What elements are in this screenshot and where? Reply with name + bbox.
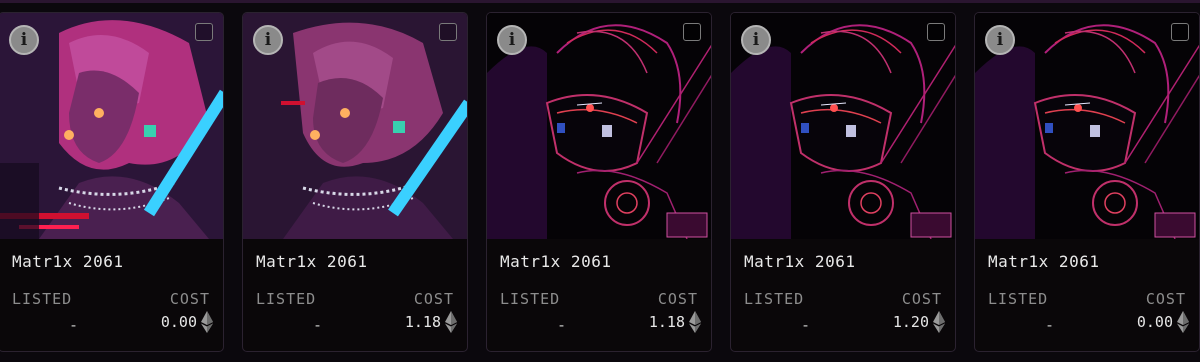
select-checkbox[interactable] [195, 23, 213, 41]
nft-artwork[interactable]: i [731, 13, 955, 239]
cost-display: 1.20 [893, 311, 945, 333]
ethereum-icon [445, 311, 457, 333]
listed-value: - [801, 316, 811, 334]
info-icon[interactable]: i [253, 25, 283, 55]
select-checkbox[interactable] [439, 23, 457, 41]
cost-label: COST [657, 290, 698, 308]
cost-value: 0.00 [160, 313, 197, 331]
top-divider [0, 0, 1200, 3]
cost-value: 1.20 [892, 313, 929, 331]
info-icon[interactable]: i [9, 25, 39, 55]
cost-display: 1.18 [405, 311, 457, 333]
cost-label: COST [901, 290, 942, 308]
listed-label: LISTED [500, 290, 561, 308]
listed-label: LISTED [988, 290, 1049, 308]
cost-display: 1.18 [649, 311, 701, 333]
cost-label: COST [1145, 290, 1186, 308]
select-checkbox[interactable] [1171, 23, 1189, 41]
nft-name: Matr1x 2061 [988, 252, 1100, 271]
nft-artwork[interactable]: i [0, 13, 223, 239]
ethereum-icon [689, 311, 701, 333]
nft-name: Matr1x 2061 [256, 252, 368, 271]
nft-artwork[interactable]: i [487, 13, 711, 239]
ethereum-icon [1177, 311, 1189, 333]
nft-artwork[interactable]: i [243, 13, 467, 239]
nft-card[interactable]: i Matr1x 2061 LISTED COST - 1.20 [730, 12, 956, 352]
nft-name: Matr1x 2061 [500, 252, 612, 271]
cost-label: COST [413, 290, 454, 308]
nft-card[interactable]: i Matr1x 2061 LISTED COST - 0.00 [974, 12, 1200, 352]
listed-value: - [313, 316, 323, 334]
listed-value: - [69, 316, 79, 334]
nft-card[interactable]: i Matr1x 2061 LISTED COST - 1.18 [242, 12, 468, 352]
cost-display: 0.00 [1137, 311, 1189, 333]
nft-name: Matr1x 2061 [744, 252, 856, 271]
listed-label: LISTED [256, 290, 317, 308]
ethereum-icon [201, 311, 213, 333]
listed-value: - [1045, 316, 1055, 334]
info-icon[interactable]: i [497, 25, 527, 55]
select-checkbox[interactable] [683, 23, 701, 41]
nft-artwork[interactable]: i [975, 13, 1199, 239]
nft-card-grid: i Matr1x 2061 LISTED COST - 0.00 i Matr1… [0, 12, 1200, 362]
nft-card[interactable]: i Matr1x 2061 LISTED COST - 1.18 [486, 12, 712, 352]
cost-display: 0.00 [161, 311, 213, 333]
ethereum-icon [933, 311, 945, 333]
cost-value: 0.00 [1136, 313, 1173, 331]
select-checkbox[interactable] [927, 23, 945, 41]
nft-card[interactable]: i Matr1x 2061 LISTED COST - 0.00 [0, 12, 224, 352]
listed-label: LISTED [744, 290, 805, 308]
cost-value: 1.18 [404, 313, 441, 331]
nft-name: Matr1x 2061 [12, 252, 124, 271]
info-icon[interactable]: i [985, 25, 1015, 55]
info-icon[interactable]: i [741, 25, 771, 55]
cost-label: COST [169, 290, 210, 308]
cost-value: 1.18 [648, 313, 685, 331]
listed-value: - [557, 316, 567, 334]
listed-label: LISTED [12, 290, 73, 308]
